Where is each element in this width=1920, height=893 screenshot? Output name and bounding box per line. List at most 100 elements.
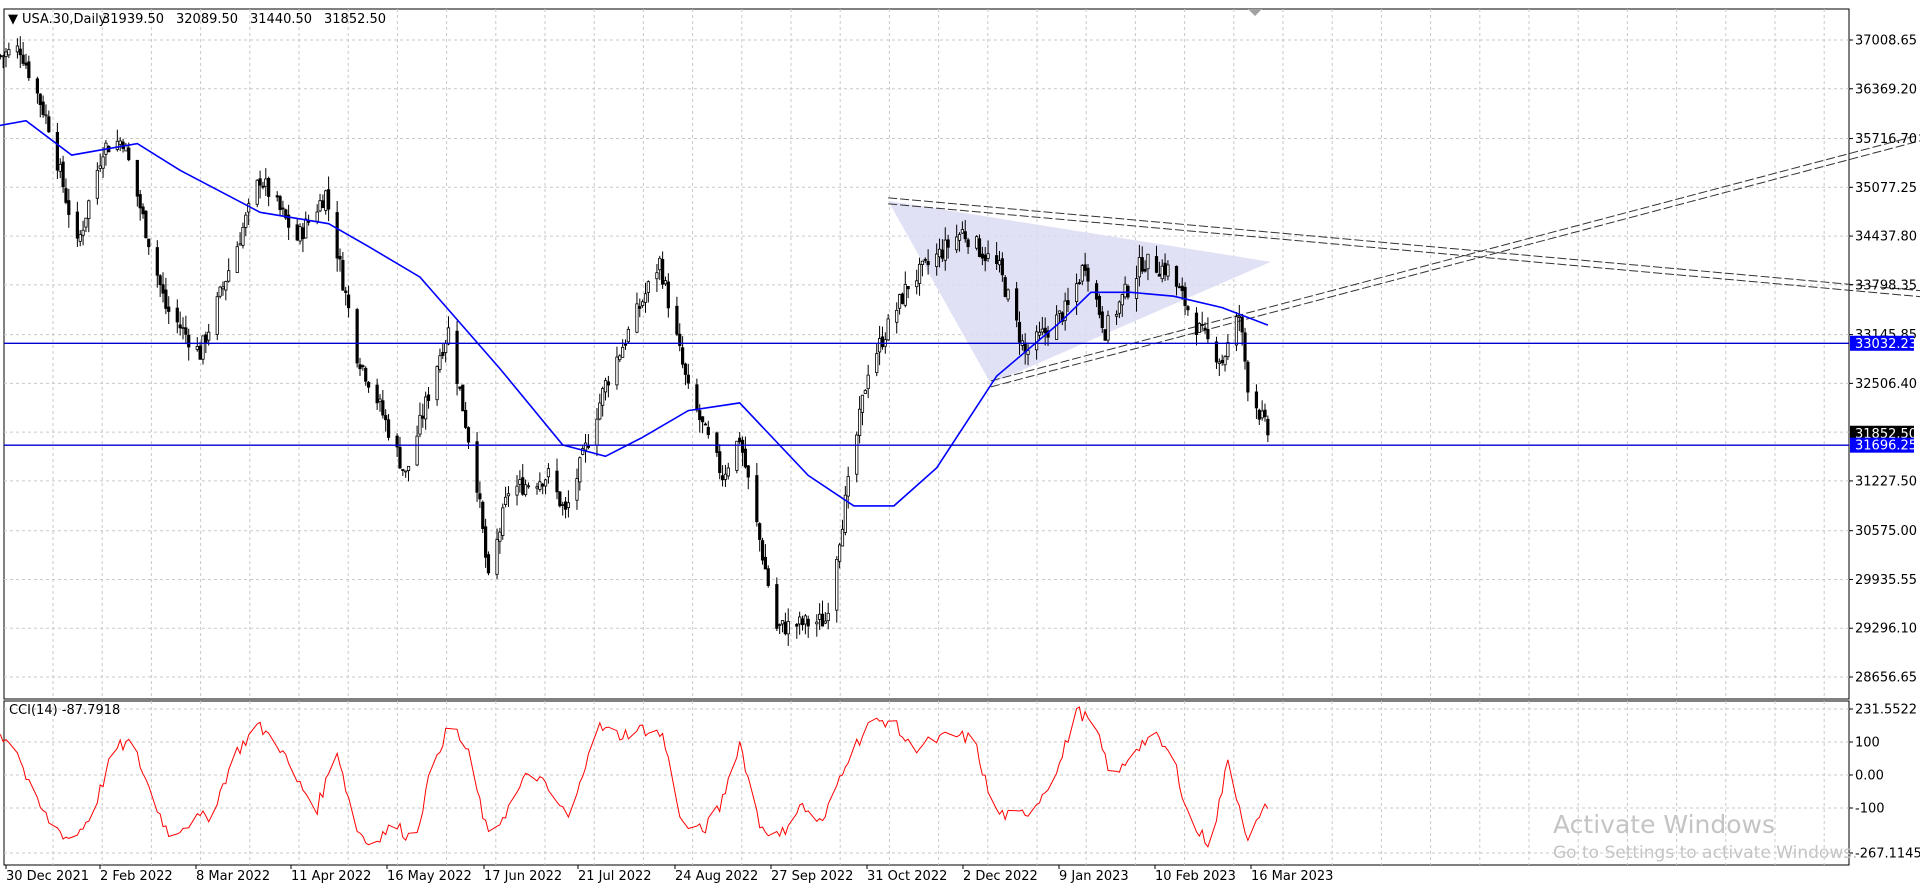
date-axis-label: 2 Dec 2022 [963,869,1038,884]
candle-bear [675,305,679,335]
candle-bear [1186,306,1190,311]
candle-bull [917,263,922,284]
candle-bear [335,212,339,259]
candle-bear [401,469,405,471]
candle-bear [384,415,388,421]
candle-bear [484,526,488,558]
candle-bull [1123,283,1127,298]
candle-bull [415,435,419,466]
candle-bull [855,434,859,475]
candle-bear [35,78,40,94]
candle-bear [355,309,359,364]
candle-bull [886,318,890,341]
candle-bull [244,214,248,228]
candle-bear [381,400,385,416]
candle-bear [27,61,31,79]
candle-bear [1017,321,1022,343]
candle-bear [0,55,2,57]
candle-bull [1234,316,1239,346]
candle-bull [4,51,8,57]
candle-bull [101,156,105,169]
candle-bear [61,161,65,188]
candle-bear [681,347,685,365]
ohlc-open: 31939.50 [102,12,164,27]
candle-bear [1180,285,1184,291]
candle-bull [44,114,48,117]
candle-bull [1197,322,1201,333]
candle-bull [298,226,302,242]
candle-bull [1117,301,1122,314]
candle-bear [820,613,825,627]
candle-bear [187,334,191,348]
candle-bull [115,140,119,150]
candle-bear [461,384,465,412]
watermark-activate: Activate Windows [1553,810,1775,839]
candle-bear [541,483,545,487]
candle-bull [915,280,919,288]
candle-bear [341,259,345,291]
candle-bear [720,475,725,481]
candle-bull [315,211,319,222]
candle-bear [486,554,491,574]
candle-bear [464,409,468,428]
date-axis-label: 21 Jul 2022 [578,869,652,884]
candle-bull [726,467,730,477]
candle-bear [18,48,22,56]
candle-bear [623,343,628,346]
candle-bear [47,116,51,133]
candle-bear [698,410,702,421]
candle-bull [504,496,508,505]
candle-bull [324,190,328,211]
candle-bull [78,234,82,242]
candle-bull [635,303,639,333]
candle-bull [501,507,505,536]
candle-bear [1214,341,1219,363]
candle-bull [1237,315,1241,318]
ohlc-high: 32089.50 [176,12,238,27]
candle-bull [626,328,630,343]
candle-bear [1254,391,1259,409]
date-axis-label: 31 Oct 2022 [867,869,947,884]
candle-bull [578,457,582,483]
candle-bear [606,381,610,386]
ohlc-close: 31852.50 [324,12,386,27]
candle-bear [1243,332,1247,362]
candle-bear [1263,409,1267,418]
candle-bear [963,231,967,240]
candle-bull [1120,294,1124,306]
candle-bull [98,165,102,169]
candle-bear [1257,409,1261,420]
candle-bear [983,254,987,262]
candle-bear [740,439,745,453]
candle-bear [481,501,485,529]
menu-dropdown-icon[interactable]: ▼ [8,12,18,27]
candle-bull [603,380,608,393]
candle-bear [755,475,759,523]
candle-bull [875,353,879,373]
candle-bear [1094,283,1099,300]
candle-bear [1003,277,1007,297]
candle-bull [221,286,225,290]
cci-axis-label: -267.1145 [1855,847,1920,862]
candle-bull [858,408,862,436]
chart-workspace[interactable]: 37008.65 36369.20 35716.70 35077.25 34437.80… [0,0,1920,889]
candle-bear [141,206,145,215]
candle-bear [555,470,559,493]
candle-bear [666,281,670,309]
candle-bull [897,294,902,309]
candle-bear [746,465,750,478]
candle-bear [455,330,459,384]
candle-bear [164,289,168,309]
candle-bull [418,414,422,435]
candle-bull [438,355,442,370]
candle-bull [1134,278,1139,299]
candle-bull [87,200,91,219]
candle-bull [1226,342,1230,358]
candle-bull [840,528,845,547]
cci-indicator-label: CCI(14) -87.7918 [9,703,120,718]
candle-bear [366,382,371,388]
candle-bull [518,479,522,485]
ohlc-low: 31440.50 [250,12,312,27]
candle-bear [1266,418,1270,436]
candle-bear [661,259,665,285]
